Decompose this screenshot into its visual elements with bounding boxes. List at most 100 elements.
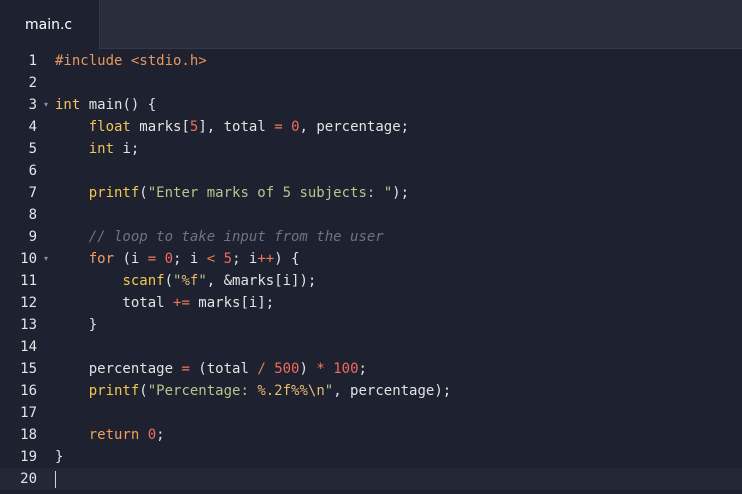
- code-line[interactable]: 11 scanf("%f", &marks[i]);: [0, 270, 742, 292]
- line-number: 14: [20, 339, 37, 355]
- line-number: 5: [28, 141, 37, 157]
- code-line[interactable]: 15 percentage = (total / 500) * 100;: [0, 358, 742, 380]
- line-number: 18: [20, 427, 37, 443]
- line-number: 12: [20, 295, 37, 311]
- code-text: float marks[5], total = 0, percentage;: [55, 116, 409, 138]
- code-line[interactable]: 17: [0, 402, 742, 424]
- code-token: int: [88, 141, 115, 157]
- code-line[interactable]: 1 #include <stdio.h>: [0, 50, 742, 72]
- code-token: 0: [291, 119, 300, 135]
- code-text: // loop to take input from the user: [55, 226, 384, 248]
- code-token: 0: [164, 251, 174, 267]
- code-text: return 0;: [55, 424, 165, 446]
- code-line[interactable]: 7 printf("Enter marks of 5 subjects: ");: [0, 182, 742, 204]
- code-line[interactable]: 14: [0, 336, 742, 358]
- code-text: percentage = (total / 500) * 100;: [55, 358, 367, 380]
- line-number: 7: [28, 185, 37, 201]
- code-line[interactable]: 12 total += marks[i];: [0, 292, 742, 314]
- code-line[interactable]: 10 ▾ for (i = 0; i < 5; i++) {: [0, 248, 742, 270]
- code-editor-window: main.c 1 #include <stdio.h> 2 3 ▾ int main() …: [0, 0, 742, 494]
- code-line[interactable]: 13 }: [0, 314, 742, 336]
- code-line[interactable]: 3 ▾ int main() {: [0, 94, 742, 116]
- code-token: return: [88, 427, 140, 443]
- code-text: printf("Percentage: %.2f%%\n", percentag…: [55, 380, 451, 402]
- code-token: , percentage;: [299, 119, 410, 135]
- line-number: 17: [20, 405, 37, 421]
- code-token: #include: [55, 53, 131, 69]
- code-text: total += marks[i];: [55, 292, 274, 314]
- fold-toggle-icon[interactable]: ▾: [40, 94, 52, 116]
- code-token: %.2f%%\n: [257, 383, 325, 399]
- code-line[interactable]: 9 // loop to take input from the user: [0, 226, 742, 248]
- tab-main-c[interactable]: main.c: [0, 0, 100, 49]
- code-token: 500: [274, 361, 300, 377]
- code-line[interactable]: 2: [0, 72, 742, 94]
- tab-bar: main.c: [0, 0, 742, 49]
- code-token: ": [198, 273, 207, 289]
- code-line[interactable]: 5 int i;: [0, 138, 742, 160]
- code-token: }: [55, 317, 98, 333]
- code-token: }: [55, 449, 64, 465]
- code-line[interactable]: 4 float marks[5], total = 0, percentage;: [0, 116, 742, 138]
- code-token: *: [316, 361, 325, 377]
- code-token: float: [88, 119, 131, 135]
- line-number: 20: [20, 471, 37, 487]
- line-number: 6: [28, 163, 37, 179]
- code-token: 0: [147, 427, 157, 443]
- code-token: =: [181, 361, 190, 377]
- code-token: "Percentage:: [147, 383, 258, 399]
- code-line[interactable]: 19}: [0, 446, 742, 468]
- code-token: printf: [88, 185, 140, 201]
- code-token: );: [392, 185, 410, 201]
- code-text: scanf("%f", &marks[i]);: [55, 270, 316, 292]
- line-number: 13: [20, 317, 37, 333]
- code-token: main() {: [80, 97, 157, 113]
- fold-toggle-icon[interactable]: ▾: [40, 248, 52, 270]
- code-token: marks[i];: [189, 295, 275, 311]
- code-token: ;: [156, 427, 165, 443]
- code-token: ) {: [274, 251, 300, 267]
- line-number: 16: [20, 383, 37, 399]
- code-line[interactable]: 8: [0, 204, 742, 226]
- code-text: for (i = 0; i < 5; i++) {: [55, 248, 300, 270]
- code-token: =: [147, 251, 157, 267]
- code-line[interactable]: 18 return 0;: [0, 424, 742, 446]
- code-token: marks[: [130, 119, 190, 135]
- code-editor[interactable]: 1 #include <stdio.h> 2 3 ▾ int main() {4 floa…: [0, 50, 742, 494]
- code-token: int: [55, 97, 81, 113]
- line-number: 11: [20, 273, 37, 289]
- code-token: /: [257, 361, 266, 377]
- code-line[interactable]: 16 printf("Percentage: %.2f%%\n", percen…: [0, 380, 742, 402]
- code-token: ": [324, 383, 334, 399]
- text-cursor: [55, 471, 56, 488]
- code-line[interactable]: 20: [0, 468, 742, 490]
- code-token: (: [139, 383, 148, 399]
- code-token: (: [139, 185, 148, 201]
- code-token: i;: [114, 141, 140, 157]
- code-token: 100: [333, 361, 359, 377]
- code-token: <stdio.h>: [130, 53, 207, 69]
- code-text: }: [55, 446, 63, 468]
- code-text: }: [55, 314, 97, 336]
- code-token: ; i: [232, 251, 258, 267]
- code-token: , &marks[i]);: [206, 273, 317, 289]
- code-token: ): [299, 361, 317, 377]
- code-token: =: [274, 119, 283, 135]
- code-token: percentage: [55, 361, 182, 377]
- line-number: 10: [20, 251, 37, 267]
- code-token: , percentage);: [333, 383, 452, 399]
- code-line[interactable]: 6: [0, 160, 742, 182]
- code-token: // loop to take input from the user: [88, 229, 384, 245]
- code-text: printf("Enter marks of 5 subjects: ");: [55, 182, 409, 204]
- code-text: int main() {: [55, 94, 156, 116]
